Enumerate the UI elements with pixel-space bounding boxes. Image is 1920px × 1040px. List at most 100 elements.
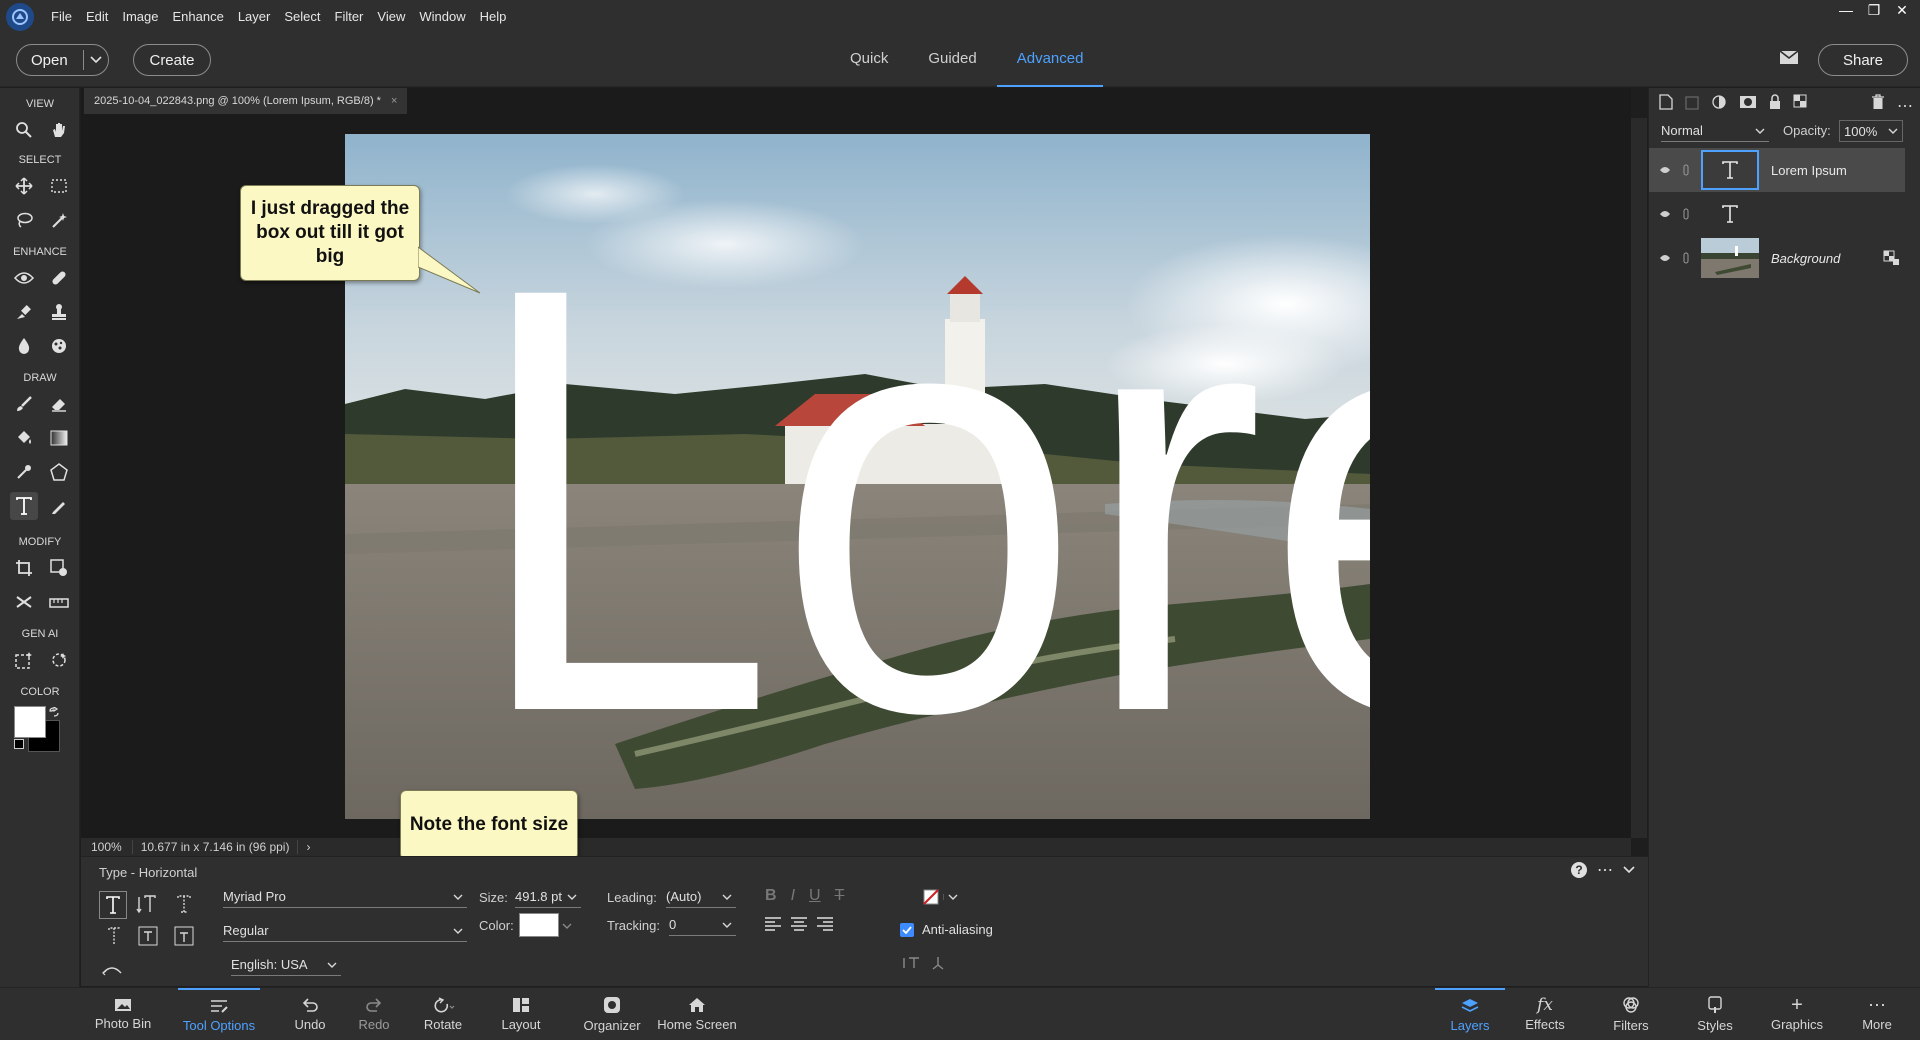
effects-button[interactable]: fx Effects (1520, 988, 1570, 1040)
highlight-color-select[interactable] (923, 887, 959, 907)
tool-options-button[interactable]: Tool Options (178, 988, 260, 1040)
text-baseline-icon[interactable] (931, 956, 945, 970)
color-chevron-down-icon[interactable] (562, 923, 572, 929)
leading-select[interactable]: (Auto) (666, 886, 736, 908)
panel-menu-icon[interactable]: ⋯ (1897, 96, 1914, 116)
document-tab[interactable]: 2025-10-04_022843.png @ 100% (Lorem Ipsu… (84, 88, 408, 114)
eraser-tool-icon[interactable] (45, 390, 73, 418)
horizontal-type-mask-icon[interactable] (171, 891, 197, 917)
link-icon[interactable] (1683, 164, 1689, 176)
layer-mask-icon[interactable] (1739, 95, 1757, 109)
organizer-button[interactable]: Organizer (580, 988, 644, 1040)
type-on-shape-icon[interactable] (171, 923, 197, 949)
menu-image[interactable]: Image (115, 0, 165, 33)
font-style-select[interactable]: Regular (223, 920, 467, 942)
visibility-eye-icon[interactable] (1659, 254, 1671, 262)
font-size-select[interactable]: 491.8 pt (515, 886, 581, 908)
layers-button[interactable]: Layers (1435, 988, 1505, 1040)
font-family-select[interactable]: Myriad Pro (223, 886, 467, 908)
horizontal-type-icon[interactable] (99, 891, 127, 919)
layer-locked-icon[interactable] (1883, 250, 1899, 266)
vertical-type-icon[interactable] (135, 891, 161, 917)
photo-bin-button[interactable]: Photo Bin (88, 988, 158, 1040)
align-center-icon[interactable] (791, 917, 807, 931)
move-tool-icon[interactable] (10, 172, 38, 200)
content-aware-move-icon[interactable] (10, 588, 38, 616)
visibility-eye-icon[interactable] (1659, 166, 1671, 174)
chevron-down-icon[interactable] (83, 50, 102, 70)
generative-fill-icon[interactable] (10, 646, 38, 674)
menu-edit[interactable]: Edit (79, 0, 115, 33)
menu-filter[interactable]: Filter (328, 0, 371, 33)
italic-icon[interactable]: I (791, 887, 795, 905)
rotate-button[interactable]: Rotate (418, 988, 468, 1040)
paragraph-type-icon[interactable] (135, 923, 161, 949)
language-select[interactable]: English: USA (231, 954, 341, 976)
gradient-tool-icon[interactable] (45, 424, 73, 452)
redo-button[interactable]: Redo (349, 988, 399, 1040)
strikethrough-icon[interactable]: T (835, 887, 845, 905)
vertical-scrollbar[interactable] (1631, 118, 1647, 838)
mail-icon[interactable] (1779, 50, 1799, 65)
close-icon[interactable]: ✕ (1888, 0, 1916, 20)
new-group-icon[interactable] (1685, 94, 1699, 110)
swap-colors-icon[interactable] (49, 707, 59, 717)
menu-file[interactable]: File (44, 0, 79, 33)
layout-button[interactable]: Layout (496, 988, 546, 1040)
tab-guided[interactable]: Guided (908, 33, 996, 87)
magic-wand-tool-icon[interactable] (45, 206, 73, 234)
help-icon[interactable]: ? (1571, 862, 1587, 878)
link-icon[interactable] (1683, 208, 1689, 220)
generative-move-icon[interactable] (45, 646, 73, 674)
close-tab-icon[interactable]: × (391, 88, 397, 114)
tracking-select[interactable]: 0 (669, 914, 736, 936)
menu-layer[interactable]: Layer (231, 0, 278, 33)
lock-transparent-icon[interactable] (1793, 94, 1809, 110)
layer-row[interactable] (1649, 192, 1905, 236)
trash-icon[interactable] (1871, 94, 1885, 110)
visibility-eye-icon[interactable] (1659, 210, 1671, 218)
menu-help[interactable]: Help (473, 0, 514, 33)
blend-mode-select[interactable]: Normal (1661, 120, 1769, 142)
crop-tool-icon[interactable] (10, 554, 38, 582)
menu-view[interactable]: View (370, 0, 412, 33)
menu-enhance[interactable]: Enhance (166, 0, 231, 33)
graphics-button[interactable]: + Graphics (1765, 988, 1829, 1040)
menu-select[interactable]: Select (277, 0, 327, 33)
restore-icon[interactable]: ❐ (1860, 0, 1888, 20)
shape-tool-icon[interactable] (45, 458, 73, 486)
home-screen-button[interactable]: Home Screen (656, 988, 738, 1040)
align-right-icon[interactable] (817, 917, 833, 931)
checkbox-checked-icon[interactable] (900, 922, 914, 937)
text-color-swatch[interactable] (519, 913, 559, 937)
zoom-level[interactable]: 100% (81, 840, 133, 854)
app-logo-icon[interactable] (6, 2, 34, 31)
type-tool-icon[interactable] (10, 492, 38, 520)
more-button[interactable]: ⋯ More (1852, 988, 1902, 1040)
undo-button[interactable]: Undo (285, 988, 335, 1040)
clone-stamp-icon[interactable] (45, 298, 73, 326)
anti-aliasing-checkbox[interactable]: Anti-aliasing (900, 922, 993, 937)
healing-brush-icon[interactable] (45, 264, 73, 292)
filters-button[interactable]: Filters (1605, 988, 1657, 1040)
eye-tool-icon[interactable] (10, 264, 38, 292)
lock-icon[interactable] (1769, 94, 1781, 110)
adjustment-layer-icon[interactable] (1711, 94, 1727, 110)
marquee-tool-icon[interactable] (45, 172, 73, 200)
tab-quick[interactable]: Quick (830, 33, 908, 87)
image-canvas[interactable]: Lore (345, 134, 1370, 819)
brush-tool-icon[interactable] (10, 390, 38, 418)
warp-text-icon[interactable] (99, 959, 125, 979)
lasso-tool-icon[interactable] (10, 206, 38, 234)
underline-icon[interactable]: U (809, 887, 821, 905)
blur-tool-icon[interactable] (10, 332, 38, 360)
opacity-select[interactable]: 100% (1839, 120, 1903, 142)
vertical-type-mask-icon[interactable] (99, 923, 125, 949)
chevron-down-icon[interactable] (943, 894, 958, 900)
layer-row[interactable]: Lorem Ipsum (1649, 148, 1905, 192)
more-options-icon[interactable]: ⋯ (1597, 860, 1613, 880)
foreground-color-swatch[interactable] (14, 706, 46, 738)
bold-icon[interactable]: B (765, 887, 777, 905)
create-button[interactable]: Create (133, 44, 211, 76)
share-button[interactable]: Share (1818, 44, 1908, 76)
